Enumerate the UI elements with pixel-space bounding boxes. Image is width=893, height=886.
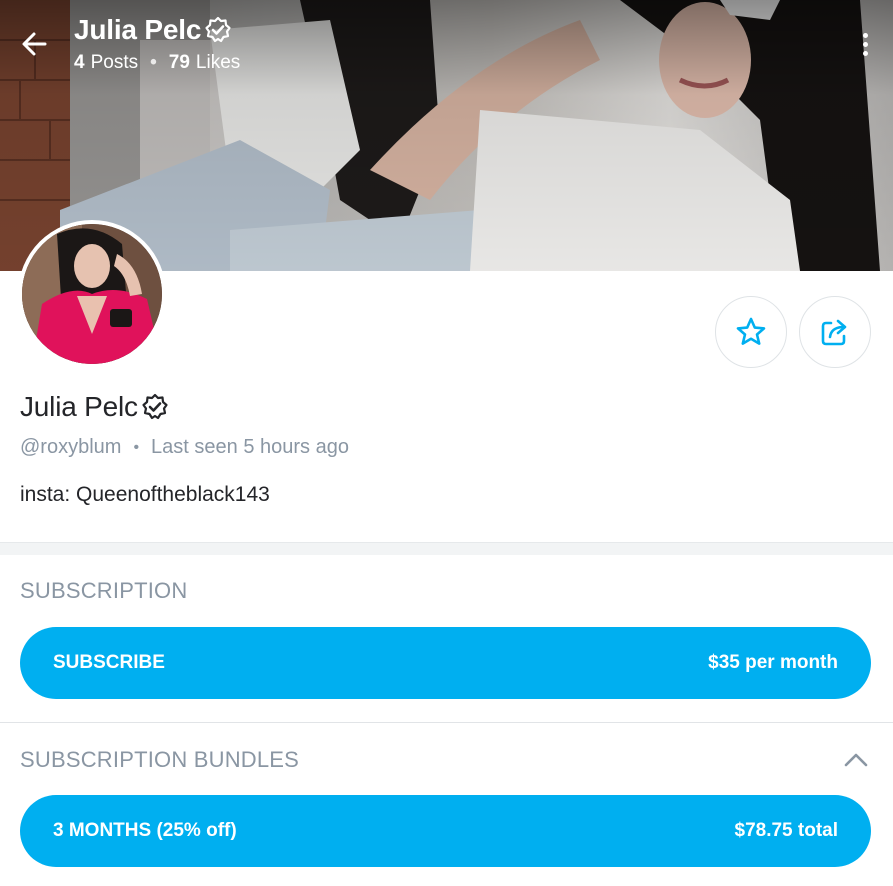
- header-title: Julia Pelc: [74, 14, 233, 46]
- more-vertical-icon: [862, 32, 868, 38]
- bundle-3-months-button[interactable]: 3 MONTHS (25% off) $78.75 total: [20, 795, 871, 867]
- subscribe-button[interactable]: SUBSCRIBE $35 per month: [20, 627, 871, 699]
- bundles-title: SUBSCRIPTION BUNDLES: [20, 747, 300, 772]
- subscription-title: SUBSCRIPTION: [20, 578, 188, 603]
- add-to-favorites-button[interactable]: [715, 296, 787, 368]
- profile-meta: @roxyblum • Last seen 5 hours ago: [20, 436, 349, 459]
- separator-dot: •: [133, 438, 140, 456]
- likes-label: Likes: [195, 52, 241, 73]
- likes-count: 79: [168, 52, 190, 73]
- share-icon: [821, 319, 847, 346]
- subscribe-label: SUBSCRIBE: [53, 652, 165, 673]
- header-stats: 4 Posts • 79 Likes: [74, 52, 240, 74]
- posts-label: Posts: [90, 52, 139, 73]
- username[interactable]: @roxyblum: [20, 436, 121, 459]
- section-divider: [0, 542, 893, 555]
- back-button[interactable]: [14, 24, 54, 64]
- more-dot: [862, 50, 868, 56]
- profile-name-text: Julia Pelc: [20, 391, 138, 422]
- header-name: Julia Pelc: [74, 14, 202, 45]
- arrow-left-icon: [22, 32, 47, 56]
- bundle-label: 3 MONTHS (25% off): [53, 820, 237, 841]
- more-dot: [862, 41, 868, 47]
- share-button[interactable]: [799, 296, 871, 368]
- profile-bio: insta: Queenoftheblack143: [20, 483, 270, 506]
- divider: [0, 722, 893, 723]
- chevron-up-icon: [844, 753, 868, 767]
- star-icon: [736, 317, 766, 345]
- last-seen: Last seen 5 hours ago: [151, 436, 349, 458]
- verified-badge-icon: [205, 16, 231, 43]
- more-options-button[interactable]: [853, 28, 877, 60]
- profile-name: Julia Pelc: [20, 391, 170, 423]
- top-bar: Julia Pelc 4 Posts • 79 Likes: [0, 0, 893, 90]
- bundle-price: $78.75 total: [734, 820, 839, 841]
- avatar-photo: [22, 224, 162, 364]
- avatar[interactable]: [18, 220, 166, 368]
- collapse-bundles-button[interactable]: [842, 748, 870, 772]
- subscribe-price: $35 per month: [708, 652, 838, 673]
- separator-dot: •: [150, 52, 157, 73]
- verified-badge-icon: [142, 393, 168, 420]
- posts-count: 4: [74, 52, 85, 73]
